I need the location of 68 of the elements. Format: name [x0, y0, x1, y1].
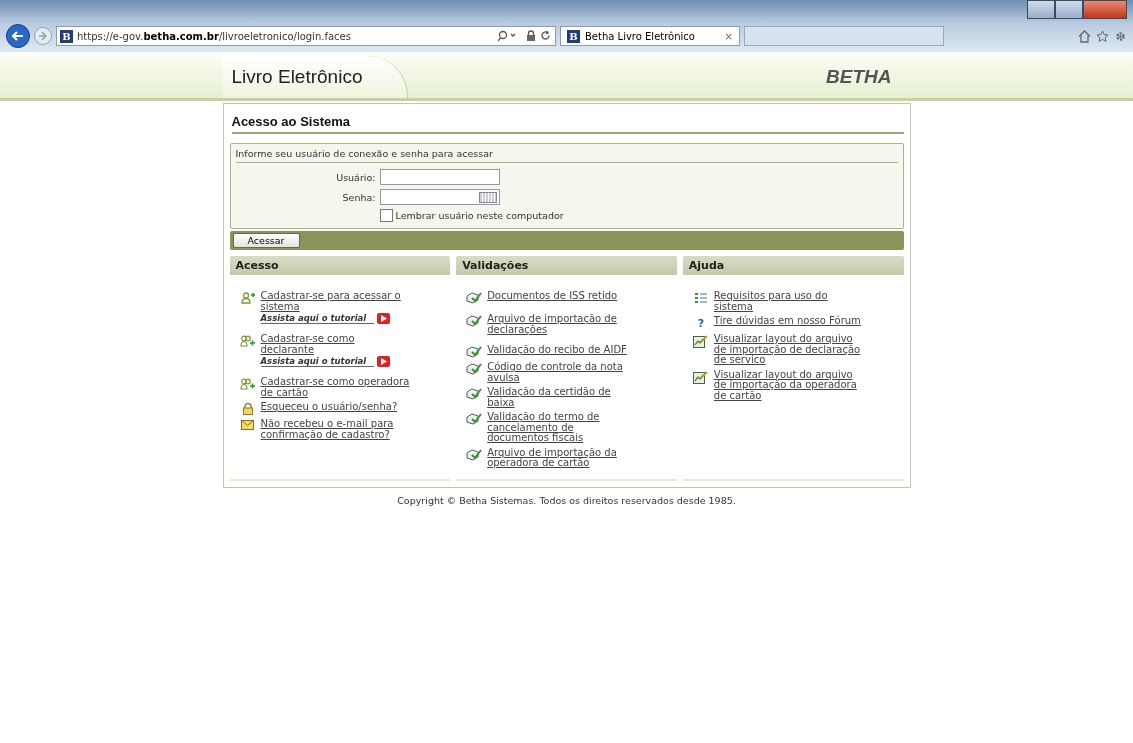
document-check-icon: [466, 292, 483, 304]
link[interactable]: Cadastrar-se como operadora de cartão: [260, 377, 411, 398]
link[interactable]: Arquivo de importação da operadora de cartão: [487, 447, 637, 469]
checkbox-label: Lembrar usuário neste computador: [395, 210, 564, 221]
refresh-icon[interactable]: [540, 30, 551, 41]
lock-icon: [241, 403, 254, 415]
login-button[interactable]: Acessar: [232, 233, 300, 248]
add-user-icon: [240, 292, 255, 304]
add-users-icon: [240, 378, 255, 390]
link[interactable]: Arquivo de importação de declarações: [487, 314, 637, 335]
window-controls[interactable]: [1027, 0, 1127, 19]
add-users-icon: [240, 335, 255, 347]
field-label: Senha:: [341, 191, 376, 203]
url-text: https://e-gov.betha.com.br/livroeletronico/login.faces: [77, 30, 351, 42]
envelope-icon: [241, 420, 254, 430]
app-title: Livro Eletrônico: [221, 56, 408, 98]
site-favicon: B: [60, 29, 73, 43]
site-favicon: B: [567, 29, 580, 43]
username-field[interactable]: [379, 169, 500, 185]
help-icon: ?: [694, 317, 707, 330]
tutorial-link[interactable]: Assista aqui o tutorial: [260, 356, 375, 367]
document-check-icon: [466, 363, 483, 375]
link[interactable]: Visualizar layout do arquivo de importação da operadora de cartão: [713, 369, 864, 401]
link[interactable]: Validação do recibo de AIDF: [487, 345, 627, 356]
link[interactable]: Esqueceu o usuário/senha?: [260, 402, 398, 413]
document-check-icon: [466, 448, 483, 461]
address-bar[interactable]: B https://e-gov.betha.com.br/livroeletronico/login.faces: [56, 26, 556, 46]
document-edit-icon: [693, 370, 709, 384]
back-button[interactable]: [6, 24, 30, 48]
link[interactable]: Tire dúvidas em nosso Fórum: [713, 316, 861, 327]
back-arrow-icon: [12, 31, 24, 41]
lock-icon[interactable]: [526, 30, 536, 42]
section-header: Validações: [456, 256, 677, 275]
list-icon: [694, 292, 707, 304]
section-header: Ajuda: [682, 256, 904, 275]
link[interactable]: Visualizar layout do arquivo de importação de declaração de servico: [713, 334, 864, 366]
tutorial-link[interactable]: Assista aqui o tutorial: [260, 313, 375, 324]
form-instruction: Informe seu usuário de conexão e senha para acessar: [235, 148, 898, 163]
link[interactable]: Validação do termo de cancelamento de documentos fiscais: [487, 412, 637, 444]
remember-checkbox[interactable]: [379, 209, 393, 222]
browser-tab[interactable]: B Betha Livro Eletrônico ×: [560, 26, 740, 46]
link[interactable]: Cadastrar-se como declarante: [260, 334, 411, 355]
forward-button[interactable]: [34, 27, 52, 45]
play-icon[interactable]: [377, 313, 391, 324]
play-icon[interactable]: [377, 356, 391, 367]
document-check-icon: [466, 388, 483, 400]
brand-logo: BETHA: [826, 66, 893, 88]
link[interactable]: Validação da certidão de baixa: [487, 387, 637, 408]
link[interactable]: Não recebeu o e-mail para confirmação de cadastro?: [260, 419, 411, 440]
document-edit-icon: [693, 335, 709, 348]
password-field[interactable]: [379, 189, 500, 205]
section-header: Acesso: [229, 256, 451, 275]
home-icon[interactable]: [1078, 29, 1091, 43]
star-icon[interactable]: [1096, 29, 1109, 43]
copyright-text: Copyright © Betha Sistemas. Todos os direitos reservados desde 1985.: [396, 494, 737, 506]
settings-icon[interactable]: [1114, 29, 1127, 43]
link[interactable]: Código de controle da nota avulsa: [487, 362, 637, 383]
field-label: Usuário:: [335, 171, 376, 183]
document-check-icon: [466, 315, 483, 327]
link[interactable]: Documentos de ISS retido: [487, 291, 618, 302]
link[interactable]: Requisitos para uso do sistema: [713, 291, 864, 312]
tab-title: Betha Livro Eletrônico: [585, 30, 695, 42]
close-tab-button[interactable]: ×: [724, 30, 733, 42]
document-check-icon: [466, 413, 483, 425]
document-check-icon: [466, 346, 483, 358]
page-title: Acesso ao Sistema: [231, 114, 904, 134]
keyboard-icon[interactable]: [478, 191, 497, 203]
link[interactable]: Cadastrar-se para acessar o sistema: [260, 291, 411, 312]
